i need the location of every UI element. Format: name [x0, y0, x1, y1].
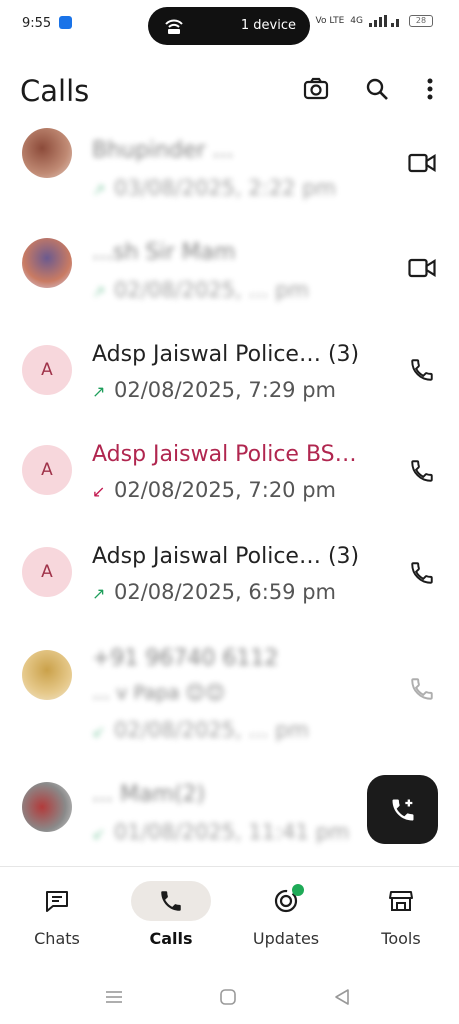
call-time: 02/08/2025, ... pm [114, 718, 309, 742]
signal-icon [369, 15, 399, 27]
avatar[interactable] [22, 782, 72, 832]
tab-updates[interactable]: Updates [236, 881, 336, 961]
app-bar: Calls [0, 60, 459, 116]
back-icon[interactable] [330, 985, 354, 1009]
chat-icon [17, 881, 97, 921]
search-icon[interactable] [361, 73, 393, 105]
call-row[interactable]: ...sh Sir Mam ↗ 02/08/2025, ... pm [0, 220, 459, 316]
voice-call-icon[interactable] [407, 674, 437, 704]
avatar[interactable] [22, 128, 72, 178]
caller-name: +91 96740 6112 [92, 646, 279, 671]
outgoing-arrow-icon: ↗ [92, 584, 106, 603]
call-time: 02/08/2025, 6:59 pm [114, 580, 337, 604]
call-detail: ↗ 02/08/2025, ... pm [92, 278, 309, 302]
tab-label: Chats [34, 929, 80, 948]
avatar[interactable] [22, 650, 72, 700]
more-vert-icon[interactable] [414, 73, 446, 105]
call-row[interactable]: A Adsp Jaiswal Police BS… ↙ 02/08/2025, 7… [0, 430, 459, 526]
call-detail: ↙ 02/08/2025, ... pm [92, 718, 309, 742]
caller-name: ... Mam(2) [92, 782, 206, 807]
status-bar: 9:55 1 device Vo LTE 4G 28 [0, 0, 459, 52]
incoming-arrow-icon: ↙ [92, 722, 106, 741]
hotspot-icon [165, 19, 183, 34]
call-row[interactable]: A Adsp Jaiswal Police… (3) ↗ 02/08/2025, … [0, 532, 459, 628]
call-time: 02/08/2025, 7:29 pm [114, 378, 337, 402]
recents-icon[interactable] [102, 985, 126, 1009]
notification-app-icon [59, 16, 72, 29]
call-detail: ↙ 01/08/2025, 11:41 pm [92, 820, 349, 844]
avatar[interactable]: A [22, 445, 72, 495]
call-row[interactable]: A Adsp Jaiswal Police… (3) ↗ 02/08/2025, … [0, 328, 459, 424]
call-detail: ↗ 03/08/2025, 2:22 pm [92, 176, 336, 200]
tab-calls[interactable]: Calls [121, 881, 221, 961]
page-title: Calls [20, 74, 90, 108]
bottom-nav: Chats Calls Updates Tools [0, 867, 459, 967]
call-time: 03/08/2025, 2:22 pm [114, 176, 337, 200]
tab-label: Tools [381, 929, 421, 948]
status-icon [246, 881, 326, 921]
outgoing-arrow-icon: ↗ [92, 180, 106, 199]
caller-name: Adsp Jaiswal Police… (3) [92, 342, 360, 367]
tab-chats[interactable]: Chats [7, 881, 107, 961]
missed-arrow-icon: ↙ [92, 482, 106, 501]
camera-icon[interactable] [300, 73, 332, 105]
signal-label: 4G [350, 16, 363, 26]
updates-badge [292, 884, 304, 896]
incoming-arrow-icon: ↙ [92, 824, 106, 843]
new-call-button[interactable] [367, 775, 438, 844]
call-row[interactable]: +91 96740 6112 ... v Papa 😊😊 ↙ 02/08/2025… [0, 638, 459, 758]
tab-label: Calls [149, 929, 193, 948]
video-call-icon[interactable] [407, 148, 437, 178]
system-icons: Vo LTE 4G 28 [315, 15, 433, 27]
outgoing-arrow-icon: ↗ [92, 282, 106, 301]
voice-call-icon[interactable] [407, 355, 437, 385]
home-icon[interactable] [216, 985, 240, 1009]
call-detail: ↗ 02/08/2025, 6:59 pm [92, 580, 336, 604]
voice-call-icon[interactable] [407, 456, 437, 486]
call-time: 01/08/2025, 11:41 pm [114, 820, 350, 844]
add-call-icon [392, 799, 413, 820]
avatar[interactable]: A [22, 547, 72, 597]
avatar[interactable]: A [22, 345, 72, 395]
voice-call-icon[interactable] [407, 558, 437, 588]
caller-subname: ... v Papa 😊😊 [92, 682, 226, 704]
call-time: 02/08/2025, 7:20 pm [114, 478, 337, 502]
call-row[interactable]: Bhupinder ... ↗ 03/08/2025, 2:22 pm [0, 118, 459, 214]
volte-indicator: Vo LTE [315, 16, 345, 26]
caller-name: ...sh Sir Mam [92, 240, 236, 265]
call-detail: ↗ 02/08/2025, 7:29 pm [92, 378, 336, 402]
avatar[interactable] [22, 238, 72, 288]
status-time: 9:55 [22, 16, 52, 31]
call-detail: ↙ 02/08/2025, 7:20 pm [92, 478, 336, 502]
call-time: 02/08/2025, ... pm [114, 278, 309, 302]
battery-icon: 28 [409, 15, 433, 27]
device-pill[interactable]: 1 device [148, 7, 310, 45]
store-icon [361, 881, 441, 921]
tab-tools[interactable]: Tools [351, 881, 451, 961]
video-call-icon[interactable] [407, 253, 437, 283]
tab-label: Updates [252, 929, 320, 948]
device-pill-label: 1 device [240, 18, 296, 33]
outgoing-arrow-icon: ↗ [92, 382, 106, 401]
phone-icon [131, 881, 211, 921]
caller-name: Adsp Jaiswal Police… (3) [92, 544, 360, 569]
system-nav-bar [0, 968, 459, 1024]
caller-name: Adsp Jaiswal Police BS… [92, 442, 357, 467]
caller-name: Bhupinder ... [92, 138, 234, 163]
